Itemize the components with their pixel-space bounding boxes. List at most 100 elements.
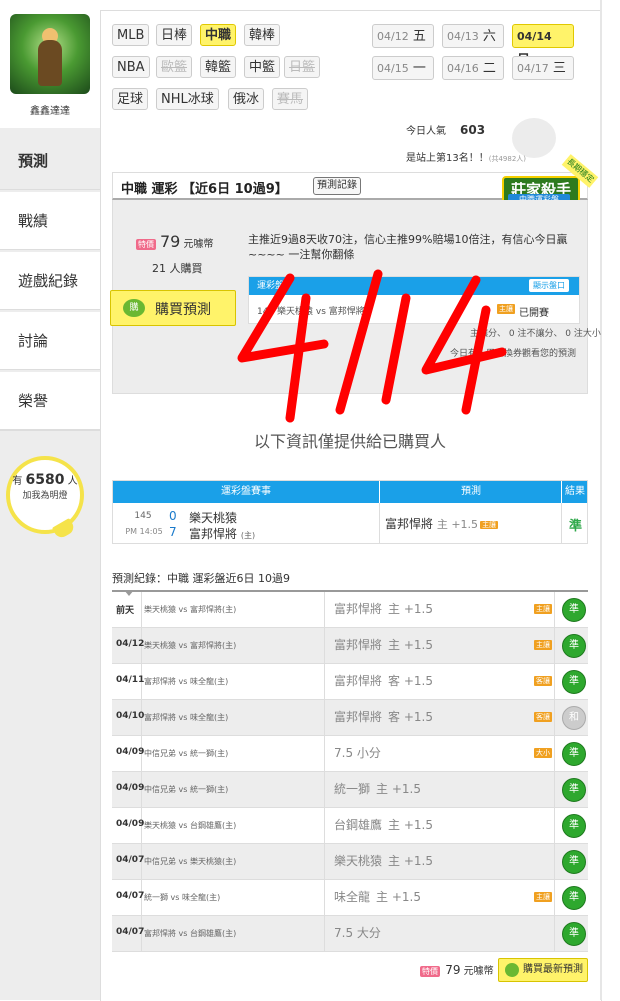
- record-spread: 主 +1.5: [388, 854, 433, 868]
- sale-tag: 特價: [420, 966, 440, 977]
- record-match: 中信兄弟 vs 統一獅(主): [144, 749, 229, 758]
- cell-divider: [554, 700, 555, 736]
- record-pick: 統一獅主 +1.5: [328, 780, 421, 797]
- buy-prediction-label: 購買預測: [155, 302, 211, 318]
- record-pick-team: 台鋼雄鷹: [334, 818, 383, 832]
- buyer-count: 21 人購買: [152, 262, 203, 275]
- record-date: 04/07: [116, 927, 145, 937]
- cell-divider: [324, 664, 325, 700]
- cell-divider: [554, 880, 555, 916]
- nav-item-record[interactable]: 戰績: [0, 192, 100, 250]
- record-match: 富邦悍將 vs 台鋼雄鷹(主): [144, 929, 237, 938]
- cell-divider: [554, 664, 555, 700]
- league-mlb[interactable]: MLB: [112, 24, 150, 46]
- record-pick-team: 富邦悍將: [334, 602, 383, 616]
- record-spread: 主 +1.5: [376, 782, 421, 796]
- league-khl[interactable]: 俄冰: [228, 88, 265, 110]
- date-0415[interactable]: 04/15 一: [372, 56, 434, 80]
- record-pick: 味全龍主 +1.5: [328, 888, 421, 905]
- record-pick-team: 7.5 小分: [334, 746, 381, 760]
- cell-divider: [324, 772, 325, 808]
- record-pick-team: 樂天桃猿: [334, 854, 383, 868]
- record-result-badge: 準: [562, 922, 586, 946]
- record-date: 04/07: [116, 855, 145, 865]
- date-0412[interactable]: 04/12 五: [372, 24, 434, 48]
- price-value: 79: [160, 232, 181, 251]
- date-0417[interactable]: 04/17 三: [512, 56, 574, 80]
- record-row: 04/11 富邦悍將 vs 味全龍(主) 富邦悍將客 +1.5 客讓準: [112, 664, 588, 700]
- record-match: 富邦悍將 vs 味全龍(主): [144, 677, 229, 686]
- record-result-badge: 準: [562, 814, 586, 838]
- sidebar: 鑫鑫達達 預測 戰績 遊戲紀錄 討論 榮譽 有 6580 人 加我為明燈: [0, 0, 100, 1000]
- cell-divider: [554, 592, 555, 628]
- record-pick: 富邦悍將客 +1.5: [328, 708, 433, 725]
- record-spread: 主 +1.5: [388, 638, 433, 652]
- league-npb[interactable]: 日棒: [156, 24, 193, 46]
- cell-divider: [379, 503, 380, 543]
- record-date: 04/09: [116, 747, 145, 757]
- record-tag: 大小: [534, 748, 552, 758]
- league-cpbl[interactable]: 中職: [200, 24, 237, 46]
- records-title: 預測紀錄：中職 運彩盤近6日 10過9: [112, 572, 290, 585]
- prediction-record-button[interactable]: 預測記錄: [313, 177, 361, 195]
- team2-score: 7: [169, 525, 177, 539]
- record-row: 04/07 統一獅 vs 味全龍(主) 味全龍主 +1.5 主讓準: [112, 880, 588, 916]
- cell-divider: [324, 916, 325, 952]
- record-date: 04/12: [116, 639, 145, 649]
- mini-row-status: 已開賽: [519, 308, 549, 319]
- record-pick: 富邦悍將主 +1.5: [328, 600, 433, 617]
- league-kbl[interactable]: 韓籃: [200, 56, 237, 78]
- record-row: 04/10 富邦悍將 vs 味全龍(主) 富邦悍將客 +1.5 客讓和: [112, 700, 588, 736]
- record-row: 前天 樂天桃猿 vs 富邦悍將(主) 富邦悍將主 +1.5 主讓準: [112, 592, 588, 628]
- price: 特價 79 元噱幣: [136, 232, 214, 251]
- league-kbo[interactable]: 韓棒: [244, 24, 281, 46]
- nav-item-game-log[interactable]: 遊戲紀錄: [0, 252, 100, 310]
- record-date: 04/09: [116, 819, 145, 829]
- league-euro-basketball: 歐籃: [156, 56, 193, 78]
- nav-item-honor[interactable]: 榮譽: [0, 372, 100, 430]
- buy-icon: 購: [123, 299, 145, 317]
- record-tag: 客讓: [534, 712, 552, 722]
- record-pick-team: 富邦悍將: [334, 638, 383, 652]
- profile-card: 鑫鑫達達: [0, 0, 100, 128]
- league-soccer[interactable]: 足球: [112, 88, 149, 110]
- league-japan-basketball: 日籃: [284, 56, 321, 78]
- record-spread: 客 +1.5: [388, 674, 433, 688]
- record-spread: 主 +1.5: [388, 818, 433, 832]
- cell-divider: [554, 916, 555, 952]
- cell-divider: [554, 772, 555, 808]
- col-result: 結果: [565, 486, 585, 497]
- record-row: 04/09 中信兄弟 vs 統一獅(主) 統一獅主 +1.5 準: [112, 772, 588, 808]
- record-pick: 富邦悍將主 +1.5: [328, 636, 433, 653]
- record-tag: 主讓: [534, 604, 552, 614]
- nav-item-discussion[interactable]: 討論: [0, 312, 100, 370]
- league-nba[interactable]: NBA: [112, 56, 150, 78]
- show-handicap-button[interactable]: 顯示盤口: [529, 279, 569, 292]
- record-result-badge: 準: [562, 778, 586, 802]
- bottom-price-value: 79: [445, 963, 461, 977]
- date-0414[interactable]: 04/14 日: [512, 24, 574, 68]
- record-result-badge: 準: [562, 598, 586, 622]
- date-0416[interactable]: 04/16 二: [442, 56, 504, 80]
- cell-divider: [561, 503, 562, 543]
- record-pick-team: 富邦悍將: [334, 674, 383, 688]
- record-result-badge: 準: [562, 634, 586, 658]
- record-match: 樂天桃猿 vs 富邦悍將(主): [144, 605, 237, 614]
- buy-latest-prediction-button[interactable]: 購買最新預測: [498, 958, 588, 982]
- date-0413[interactable]: 04/13 六: [442, 24, 504, 48]
- bottom-price-unit: 元噱幣: [463, 966, 494, 977]
- buy-prediction-button[interactable]: 購 購買預測: [110, 290, 236, 326]
- league-nhl[interactable]: NHL冰球: [156, 88, 219, 110]
- fans-cta: 加我為明燈: [22, 491, 68, 501]
- cell-divider: [324, 808, 325, 844]
- bottom-price: 特價 79 元噱幣: [420, 962, 494, 977]
- record-pick: 樂天桃猿主 +1.5: [328, 852, 433, 869]
- buy-icon: [505, 963, 519, 977]
- purchaser-only-notice: 以下資訊僅提供給已購買人: [253, 432, 446, 451]
- avatar[interactable]: [10, 14, 90, 94]
- fans-lightbulb-button[interactable]: 有 6580 人 加我為明燈: [6, 456, 84, 541]
- league-sbl[interactable]: 中籃: [244, 56, 281, 78]
- record-result-badge: 準: [562, 742, 586, 766]
- fans-count: 有 6580 人: [12, 472, 78, 488]
- nav-item-predict[interactable]: 預測: [0, 132, 100, 190]
